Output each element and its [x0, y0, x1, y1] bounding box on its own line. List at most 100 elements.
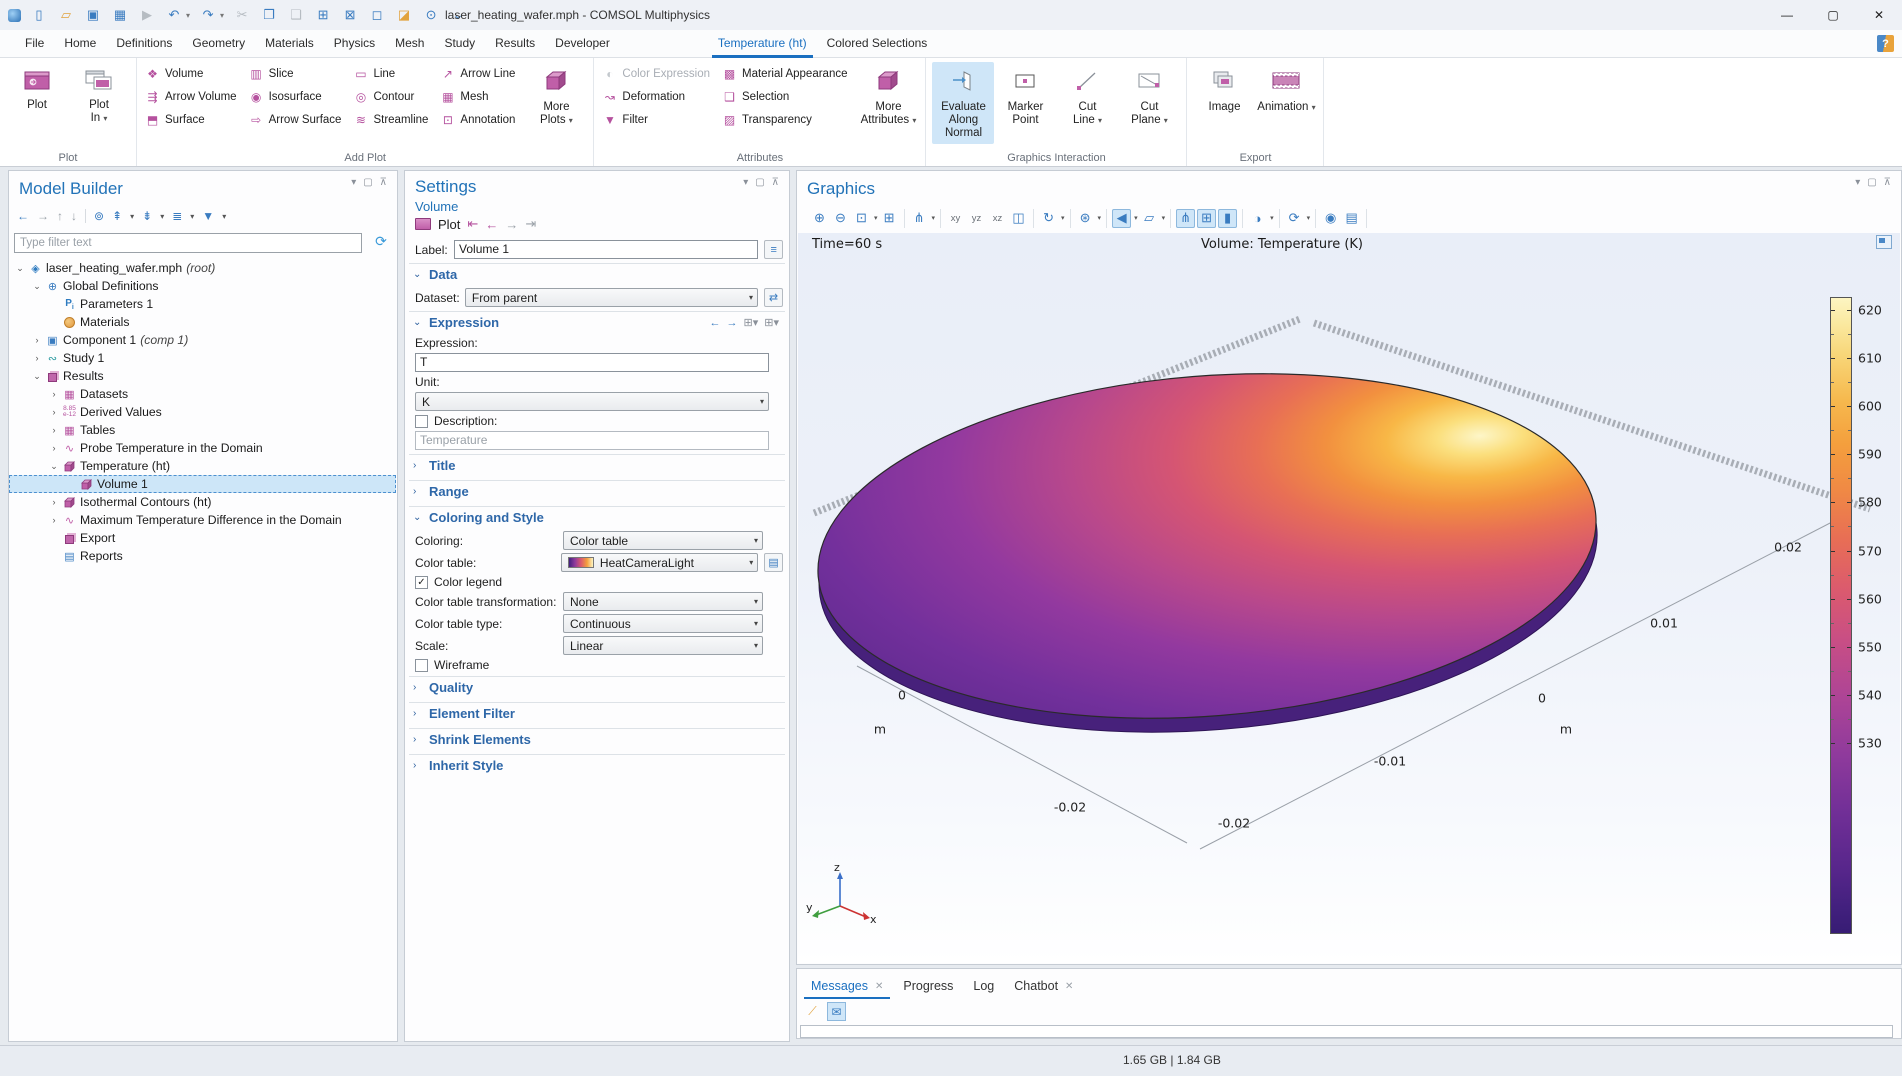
tab-definitions[interactable]: Definitions — [106, 30, 182, 58]
tab-home[interactable]: Home — [54, 30, 106, 58]
tree-node-probe-temperature-in-the-domain[interactable]: ›∿Probe Temperature in the Domain — [9, 439, 396, 457]
tree-expander[interactable]: ⌄ — [30, 281, 44, 292]
go-to-source-icon[interactable]: ⇄ — [764, 288, 783, 307]
view-orientation-icon[interactable]: ⋔ — [910, 209, 929, 228]
tree-node-isothermal-contours-ht[interactable]: ›Isothermal Contours (ht) — [9, 493, 396, 511]
regenerate-icon-dropdown[interactable]: ▾ — [1307, 214, 1311, 222]
tab-mesh[interactable]: Mesh — [385, 30, 434, 58]
save-as-icon[interactable]: ▦ — [111, 6, 129, 24]
deselect-icon[interactable]: ◪ — [395, 6, 413, 24]
tree-node-results[interactable]: ⌄Results — [9, 367, 396, 385]
previous-plot-icon[interactable]: ← — [485, 217, 498, 232]
tree-expander[interactable]: › — [47, 407, 61, 417]
zoom-box-icon-dropdown[interactable]: ▾ — [874, 214, 878, 222]
appearance-icon[interactable]: ◑ — [1248, 209, 1267, 228]
replace-expression-icon[interactable]: ⊞▾ — [744, 316, 759, 329]
color-legend-checkbox[interactable]: ✓ — [415, 576, 428, 589]
find-icon[interactable]: ⊙ — [422, 6, 440, 24]
ribbon-button-volume[interactable]: ❖Volume — [143, 62, 243, 85]
ribbon-button-plot-in[interactable]: PlotIn ▾ — [68, 62, 130, 144]
close-button[interactable]: ✕ — [1856, 0, 1902, 30]
close-tab-icon[interactable]: ✕ — [1065, 981, 1073, 992]
tree-node-tables[interactable]: ›▦Tables — [9, 421, 396, 439]
ribbon-button-line[interactable]: ▭Line — [351, 62, 434, 85]
scene-light-icon[interactable]: ⊛ — [1076, 209, 1095, 228]
ribbon-button-transparency[interactable]: ▨Transparency — [720, 108, 853, 131]
shrink-elements-section-header[interactable]: ›Shrink Elements — [409, 728, 785, 750]
refresh-icon[interactable]: ⟳ — [371, 233, 391, 253]
tree-expander[interactable]: ⌄ — [30, 371, 44, 382]
forward-icon[interactable]: → — [37, 209, 49, 223]
expand-icon[interactable]: ⇟ — [142, 209, 152, 223]
ribbon-button-slice[interactable]: ▥Slice — [247, 62, 348, 85]
ribbon-button-deformation[interactable]: ↝Deformation — [600, 85, 716, 108]
pin-panel-icon[interactable]: ⊼ — [380, 177, 387, 188]
next-expression-icon[interactable]: → — [727, 317, 738, 329]
save-icon[interactable]: ▣ — [84, 6, 102, 24]
plot-button[interactable]: Plot — [438, 217, 460, 232]
insert-expression-icon[interactable]: ⊞▾ — [764, 316, 779, 329]
regenerate-icon[interactable]: ⟳ — [1285, 209, 1304, 228]
ribbon-button-streamline[interactable]: ≋Streamline — [351, 108, 434, 131]
maximize-button[interactable]: ▢ — [1810, 0, 1856, 30]
plot-window-icon[interactable] — [1876, 235, 1892, 249]
tab-colored-selections[interactable]: Colored Selections — [817, 30, 938, 58]
view-cube-icon-dropdown[interactable]: ▾ — [1162, 214, 1166, 222]
show-icon[interactable]: ⊚ — [94, 209, 104, 223]
ribbon-button-arrow-volume[interactable]: ⇶Arrow Volume — [143, 85, 243, 108]
color-table-select[interactable]: HeatCameraLight▾ — [561, 553, 758, 572]
tree-expander[interactable]: › — [47, 497, 61, 507]
delete-icon[interactable]: ⊠ — [341, 6, 359, 24]
duplicate-icon[interactable]: ⊞ — [314, 6, 332, 24]
ribbon-button-isosurface[interactable]: ◉Isosurface — [247, 85, 348, 108]
scene-light-icon-dropdown[interactable]: ▾ — [1098, 214, 1102, 222]
plot-area[interactable]: z x y Time=60 s Volume: Temperature (K) … — [798, 233, 1900, 963]
appearance-icon-dropdown[interactable]: ▾ — [1270, 214, 1274, 222]
select-box-icon[interactable]: ◻ — [368, 6, 386, 24]
undo-icon-dropdown[interactable]: ▾ — [186, 11, 190, 20]
clear-log-icon[interactable]: ⟋ — [803, 1002, 822, 1021]
collapse-icon[interactable]: ⇞ — [112, 209, 122, 223]
tab-geometry[interactable]: Geometry — [182, 30, 255, 58]
ribbon-button-plot[interactable]: Plot — [6, 62, 68, 144]
tree-expander[interactable]: › — [47, 515, 61, 525]
ribbon-button-selection[interactable]: ❑Selection — [720, 85, 853, 108]
first-plot-icon[interactable]: ⇤ — [467, 216, 478, 232]
tree-node-export[interactable]: Export — [9, 529, 396, 547]
tree-expander[interactable]: › — [47, 443, 61, 453]
show-grid-toggle[interactable]: ⊞ — [1197, 209, 1216, 228]
tree-expander[interactable]: › — [30, 335, 44, 345]
dataset-select[interactable]: From parent▾ — [465, 288, 758, 307]
tree-expander[interactable]: › — [30, 353, 44, 363]
coloring-select[interactable]: Color table▾ — [563, 531, 763, 550]
description-checkbox[interactable] — [415, 415, 428, 428]
ribbon-button-surface[interactable]: ⬒Surface — [143, 108, 243, 131]
tree-expander[interactable]: ⌄ — [47, 461, 61, 472]
next-plot-icon[interactable]: → — [505, 217, 518, 232]
snapshot-icon[interactable]: ◉ — [1321, 209, 1340, 228]
messages-tab-chatbot[interactable]: Chatbot✕ — [1004, 973, 1083, 999]
model-tree-nodes-icon[interactable]: ≣ — [172, 209, 182, 223]
view-xz-icon[interactable]: xz — [988, 209, 1007, 228]
pin-panel-icon[interactable]: ⊼ — [772, 177, 779, 188]
color-table-transformation-select[interactable]: None▾ — [563, 592, 763, 611]
tree-node-materials[interactable]: Materials — [9, 313, 396, 331]
messages-tab-progress[interactable]: Progress — [893, 973, 963, 999]
data-section-header[interactable]: ⌄ Data — [409, 263, 785, 285]
tree-node-study-1[interactable]: ›∾Study 1 — [9, 349, 396, 367]
tree-filter-input[interactable]: Type filter text — [14, 233, 362, 253]
messages-tab-log[interactable]: Log — [963, 973, 1004, 999]
wireframe-checkbox[interactable] — [415, 659, 428, 672]
redo-icon[interactable]: ↷ — [199, 6, 217, 24]
messages-tab-messages[interactable]: Messages✕ — [801, 973, 893, 999]
tree-expander[interactable]: › — [47, 389, 61, 399]
zoom-box-icon[interactable]: ⊡ — [852, 209, 871, 228]
panel-menu-icon[interactable]: ▾ — [351, 177, 356, 188]
tab-results[interactable]: Results — [485, 30, 545, 58]
ribbon-button-annotation[interactable]: ⊡Annotation — [438, 108, 521, 131]
quality-section-header[interactable]: ›Quality — [409, 676, 785, 698]
zoom-in-icon[interactable]: ⊕ — [810, 209, 829, 228]
range-section-header[interactable]: › Range — [409, 480, 785, 502]
tree-node-reports[interactable]: ▤Reports — [9, 547, 396, 565]
element-filter-section-header[interactable]: ›Element Filter — [409, 702, 785, 724]
